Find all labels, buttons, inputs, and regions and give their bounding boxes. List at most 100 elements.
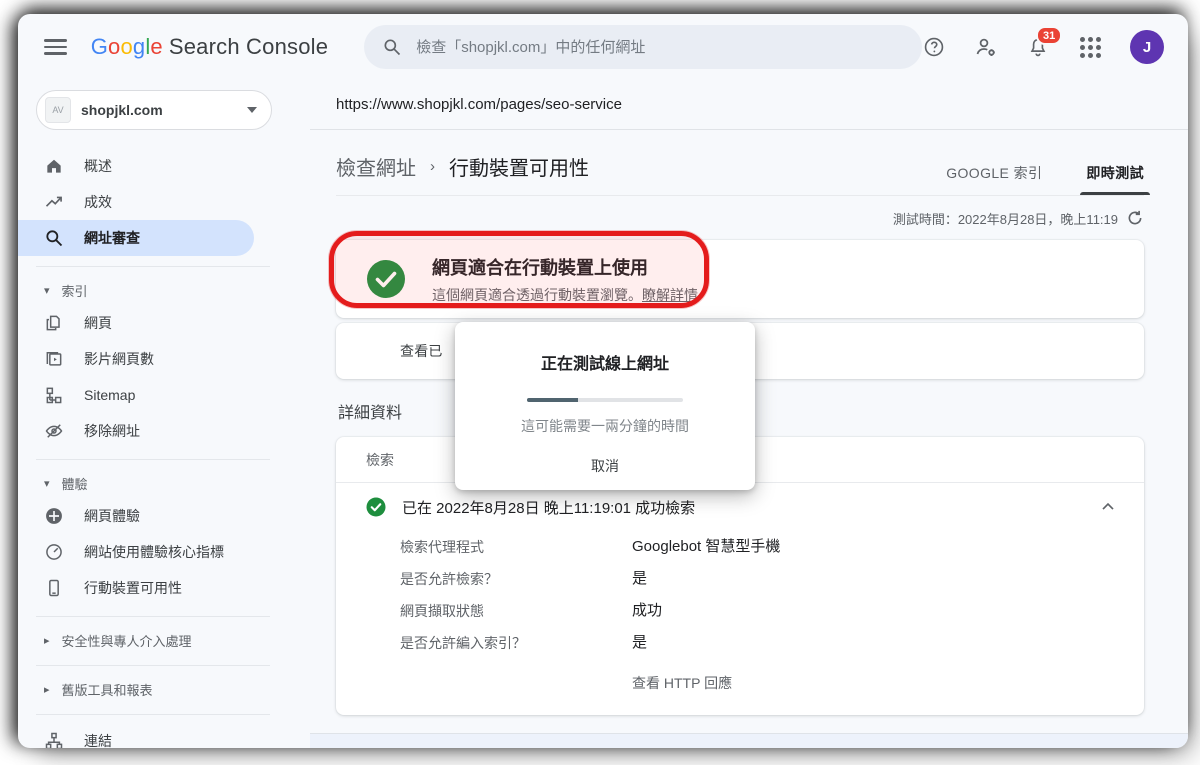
sidebar-item-video-pages[interactable]: 影片網頁數: [18, 341, 254, 377]
footer-strip: [310, 733, 1188, 748]
refresh-icon[interactable]: [1126, 209, 1144, 227]
section-experience[interactable]: ▾ 體驗: [18, 468, 310, 498]
divider: [36, 665, 270, 666]
sidebar-item-core-web-vitals[interactable]: 網站使用體驗核心指標: [18, 534, 254, 570]
property-favicon: AV: [45, 97, 71, 123]
triangle-down-icon: ▾: [44, 477, 50, 490]
triangle-right-icon: ▸: [44, 634, 50, 647]
user-settings-icon[interactable]: [974, 35, 998, 59]
crawl-status-text: 已在 2022年8月28日 晚上11:19:01 成功檢索: [402, 497, 1098, 518]
avatar[interactable]: J: [1130, 30, 1164, 64]
success-check-icon: [366, 497, 386, 517]
sidebar-item-label: 網址審查: [84, 228, 140, 248]
divider: [36, 459, 270, 460]
sidebar-item-label: Sitemap: [84, 387, 135, 403]
menu-icon[interactable]: [44, 35, 67, 59]
search-input[interactable]: [416, 39, 904, 56]
sidebar-item-page-experience[interactable]: 網頁體驗: [18, 498, 254, 534]
cancel-button[interactable]: 取消: [591, 456, 619, 476]
inspected-url: https://www.shopjkl.com/pages/seo-servic…: [310, 80, 1188, 130]
notifications-bell-icon[interactable]: 31: [1026, 35, 1050, 59]
sidebar-item-label: 網站使用體驗核心指標: [84, 542, 224, 562]
crawl-row: 網頁擷取狀態 成功: [336, 595, 1144, 627]
crawl-row: 檢索代理程式 Googlebot 智慧型手機: [336, 531, 1144, 563]
section-index[interactable]: ▾ 索引: [18, 275, 310, 305]
property-name: shopjkl.com: [81, 102, 247, 118]
divider: [36, 266, 270, 267]
dialog-note: 這可能需要一兩分鐘的時間: [521, 416, 689, 436]
dialog-title: 正在測試線上網址: [541, 350, 669, 374]
triangle-right-icon: ▸: [44, 683, 50, 696]
chevron-down-icon: [247, 107, 257, 113]
sidebar-item-links[interactable]: 連結: [18, 723, 254, 748]
sidebar-item-label: 行動裝置可用性: [84, 578, 182, 598]
product-name: Search Console: [169, 34, 328, 59]
sidebar-item-pages[interactable]: 網頁: [18, 305, 254, 341]
test-time-text: 測試時間：2022年8月28日，晚上11:19: [893, 209, 1118, 228]
sidebar-item-sitemaps[interactable]: Sitemap: [18, 377, 254, 413]
sidebar-item-overview[interactable]: 概述: [18, 148, 254, 184]
sidebar-item-label: 成效: [84, 192, 112, 212]
sidebar-item-label: 網頁體驗: [84, 506, 140, 526]
section-legacy-tools[interactable]: ▸ 舊版工具和報表: [18, 674, 310, 704]
divider: [36, 714, 270, 715]
tab-google-index[interactable]: GOOGLE 索引: [946, 163, 1042, 195]
url-inspect-searchbar[interactable]: [364, 25, 922, 69]
property-selector[interactable]: AV shopjkl.com: [36, 90, 272, 130]
row-label: 檢索代理程式: [400, 536, 632, 558]
verdict-title: 網頁適合在行動裝置上使用: [432, 254, 698, 280]
sitemap-icon: [44, 385, 64, 405]
breadcrumb-current: 行動裝置可用性: [449, 152, 589, 181]
sidebar-item-mobile-usability[interactable]: 行動裝置可用性: [18, 570, 254, 606]
sidebar-item-performance[interactable]: 成效: [18, 184, 254, 220]
row-value: 是: [632, 568, 647, 590]
sidebar-item-label: 影片網頁數: [84, 349, 154, 369]
magnifier-icon: [44, 228, 64, 248]
search-icon: [382, 37, 402, 57]
links-icon: [44, 731, 64, 748]
video-pages-icon: [44, 349, 64, 369]
learn-more-link[interactable]: 瞭解詳情: [642, 287, 698, 303]
sidebar: AV shopjkl.com 概述 成效 網址審查: [18, 80, 310, 748]
verdict-banner: 網頁適合在行動裝置上使用 這個網頁適合透過行動裝置瀏覽。瞭解詳情: [336, 240, 1144, 318]
tab-bar: GOOGLE 索引 即時測試: [946, 163, 1144, 195]
app-logo: GoogleSearch Console: [91, 34, 329, 60]
crawl-row: 是否允許編入索引？ 是: [336, 627, 1144, 659]
chevron-up-icon[interactable]: [1098, 497, 1118, 517]
notification-count-badge: 31: [1036, 26, 1062, 45]
divider: [36, 616, 270, 617]
eye-off-icon: [44, 421, 64, 441]
help-icon[interactable]: [922, 35, 946, 59]
row-value: Googlebot 智慧型手機: [632, 536, 780, 558]
verdict-subtitle: 這個網頁適合透過行動裝置瀏覽。: [432, 287, 642, 303]
sidebar-item-label: 網頁: [84, 313, 112, 333]
row-value: 成功: [632, 600, 662, 622]
progress-bar: [527, 398, 683, 402]
section-label: 安全性與專人介入處理: [62, 631, 192, 650]
apps-grid-icon[interactable]: [1078, 35, 1102, 59]
view-http-response-link[interactable]: 查看 HTTP 回應: [632, 673, 732, 693]
section-security[interactable]: ▸ 安全性與專人介入處理: [18, 625, 310, 655]
breadcrumb-parent[interactable]: 檢查網址: [336, 152, 416, 181]
row-value: 是: [632, 632, 647, 654]
row-label: 是否允許檢索？: [400, 568, 632, 590]
pages-icon: [44, 313, 64, 333]
page-experience-icon: [44, 506, 64, 526]
view-tested-page-button[interactable]: 查看已: [400, 341, 443, 361]
app-window: GoogleSearch Console 31 J: [18, 14, 1188, 748]
section-label: 索引: [62, 281, 88, 300]
sidebar-item-label: 概述: [84, 156, 112, 176]
section-label: 體驗: [62, 474, 88, 493]
sidebar-item-label: 移除網址: [84, 421, 140, 441]
tab-live-test[interactable]: 即時測試: [1086, 163, 1144, 195]
sidebar-item-url-inspection[interactable]: 網址審查: [18, 220, 254, 256]
top-bar: GoogleSearch Console 31 J: [18, 14, 1188, 80]
sidebar-item-label: 連結: [84, 731, 112, 748]
triangle-down-icon: ▾: [44, 284, 50, 297]
breadcrumb-separator-icon: ›: [430, 158, 435, 175]
sidebar-item-removals[interactable]: 移除網址: [18, 413, 254, 449]
section-label: 舊版工具和報表: [62, 680, 153, 699]
google-logo: Google: [91, 34, 163, 59]
success-check-icon: [366, 259, 406, 299]
crawl-row: 是否允許檢索？ 是: [336, 563, 1144, 595]
